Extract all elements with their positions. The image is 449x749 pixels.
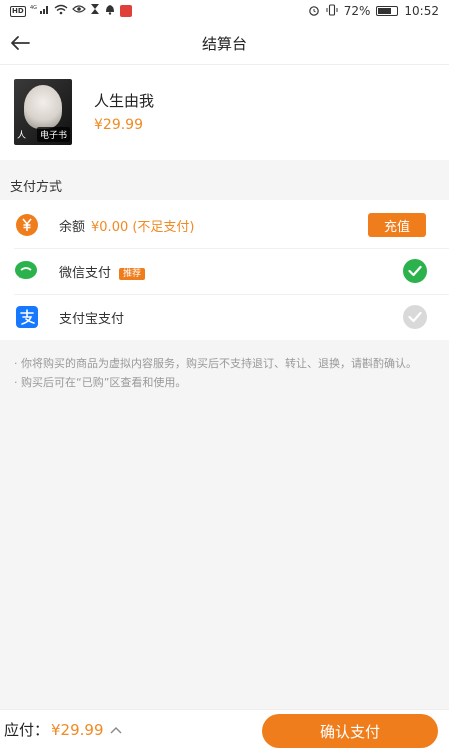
page-title: 结算台	[201, 34, 247, 53]
wifi-icon	[54, 4, 68, 19]
check-icon	[408, 265, 422, 277]
alipay-radio[interactable]	[403, 305, 427, 329]
book-title: 人生由我	[94, 92, 155, 110]
balance-detail: ¥0.00 (不足支付)	[91, 219, 195, 235]
notice-line-2: · 购买后可在“已购”区查看和使用。	[14, 376, 187, 389]
nav-bar: 结算台	[0, 22, 449, 64]
signal-icon: 4G	[30, 4, 50, 18]
clock-time: 10:52	[404, 4, 439, 18]
app-notification-icon	[119, 5, 132, 17]
alarm-icon	[308, 4, 320, 19]
checkout-bar: 应付： ¥29.99 确认支付	[0, 709, 449, 749]
payment-methods: 余额 ¥0.00 (不足支付) 充值 微信支付 推荐 支付宝支付	[0, 200, 449, 340]
purchase-notice: · 你将购买的商品为虚拟内容服务，购买后不支持退订、转让、退换，请斟酌确认。 ·…	[14, 354, 434, 392]
book-price: ¥29.99	[94, 117, 143, 133]
total-label: 应付：	[4, 721, 50, 739]
recommend-tag: 推荐	[119, 267, 146, 280]
recharge-button[interactable]: 充值	[368, 213, 426, 237]
yen-coin-icon	[14, 212, 40, 238]
total-amount: ¥29.99	[51, 720, 104, 739]
battery-icon	[376, 6, 399, 16]
chevron-up-icon[interactable]	[110, 725, 122, 735]
payment-option-wechat[interactable]: 微信支付 推荐	[0, 248, 449, 294]
alipay-icon	[14, 304, 40, 330]
payment-section-label: 支付方式	[10, 180, 63, 195]
back-button[interactable]	[8, 31, 32, 55]
battery-percent: 72%	[343, 4, 371, 18]
check-icon	[408, 311, 422, 323]
bell-icon	[104, 3, 116, 19]
wechat-radio[interactable]	[403, 259, 427, 283]
payment-option-alipay[interactable]: 支付宝支付	[0, 294, 449, 340]
notice-line-1: · 你将购买的商品为虚拟内容服务，购买后不支持退订、转让、退换，请斟酌确认。	[14, 357, 417, 370]
eye-icon	[71, 4, 86, 18]
hourglass-icon	[90, 3, 100, 19]
wechat-icon	[14, 258, 40, 284]
cover-portrait	[24, 85, 62, 129]
alipay-label: 支付宝支付	[59, 311, 125, 327]
product-card: 人 电子书 人生由我 ¥29.99	[0, 64, 449, 160]
balance-label: 余额	[59, 219, 86, 235]
hd-icon: HD	[10, 5, 26, 17]
vibrate-icon	[326, 3, 338, 19]
cover-letter: 人	[17, 131, 27, 141]
book-cover: 人 电子书	[14, 79, 72, 145]
arrow-left-icon	[11, 36, 30, 50]
wechat-label: 微信支付	[59, 265, 112, 281]
signal-label: 4G	[30, 5, 37, 11]
payment-option-balance[interactable]: 余额 ¥0.00 (不足支付) 充值	[0, 202, 449, 248]
ebook-badge: 电子书	[36, 127, 70, 142]
status-bar: HD 4G 72% 10:52	[0, 0, 449, 22]
confirm-payment-button[interactable]: 确认支付	[262, 714, 438, 748]
